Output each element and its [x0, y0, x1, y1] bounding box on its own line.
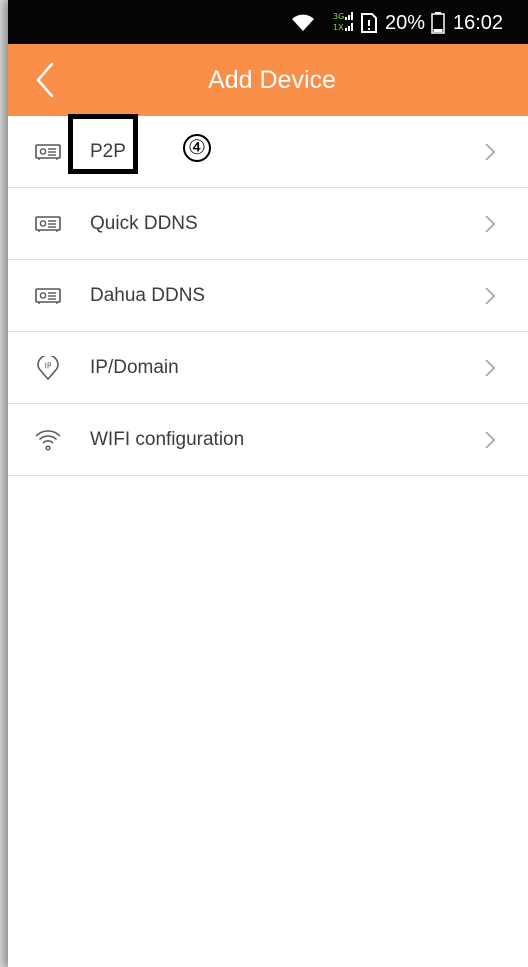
svg-text:IP: IP	[45, 362, 52, 371]
chevron-right-icon	[485, 431, 496, 449]
chevron-right-icon	[485, 215, 496, 233]
chevron-right-icon	[485, 143, 496, 161]
svg-text:1X: 1X	[333, 23, 344, 32]
app-header: Add Device	[8, 44, 528, 116]
list-item-wifi-configuration[interactable]: WIFI configuration	[8, 404, 528, 476]
list-item-ip-domain[interactable]: IP IP/Domain	[8, 332, 528, 404]
list-item-label: Dahua DDNS	[90, 285, 206, 306]
annotation-step-marker: ④	[183, 134, 211, 162]
chevron-right-icon	[485, 287, 496, 305]
ip-pin-icon: IP	[37, 356, 59, 380]
status-clock: 16:02	[453, 12, 504, 34]
battery-icon	[431, 12, 445, 34]
device-icon	[35, 216, 61, 232]
wifi-config-icon	[35, 430, 61, 451]
chevron-right-icon	[485, 359, 496, 377]
list-item-label: Quick DDNS	[90, 213, 198, 234]
signal-icon: 3G 1X	[333, 12, 353, 32]
battery-percent: 20%	[385, 12, 426, 34]
device-icon	[35, 288, 61, 304]
list-item-label: WIFI configuration	[90, 429, 245, 450]
wifi-icon	[292, 14, 314, 31]
list-item-quick-ddns[interactable]: Quick DDNS	[8, 188, 528, 260]
device-icon	[35, 144, 61, 160]
list-item-label: IP/Domain	[90, 357, 179, 378]
annotation-highlight-box	[68, 114, 138, 174]
svg-text:3G: 3G	[333, 12, 344, 21]
list-item-dahua-ddns[interactable]: Dahua DDNS	[8, 260, 528, 332]
phone-screen: 3G 1X 20% 16:02 Add Device P2P Quick DDN…	[8, 0, 528, 967]
status-bar: 3G 1X 20% 16:02	[8, 0, 528, 44]
sim-icon	[361, 13, 377, 33]
page-title: Add Device	[208, 66, 336, 94]
